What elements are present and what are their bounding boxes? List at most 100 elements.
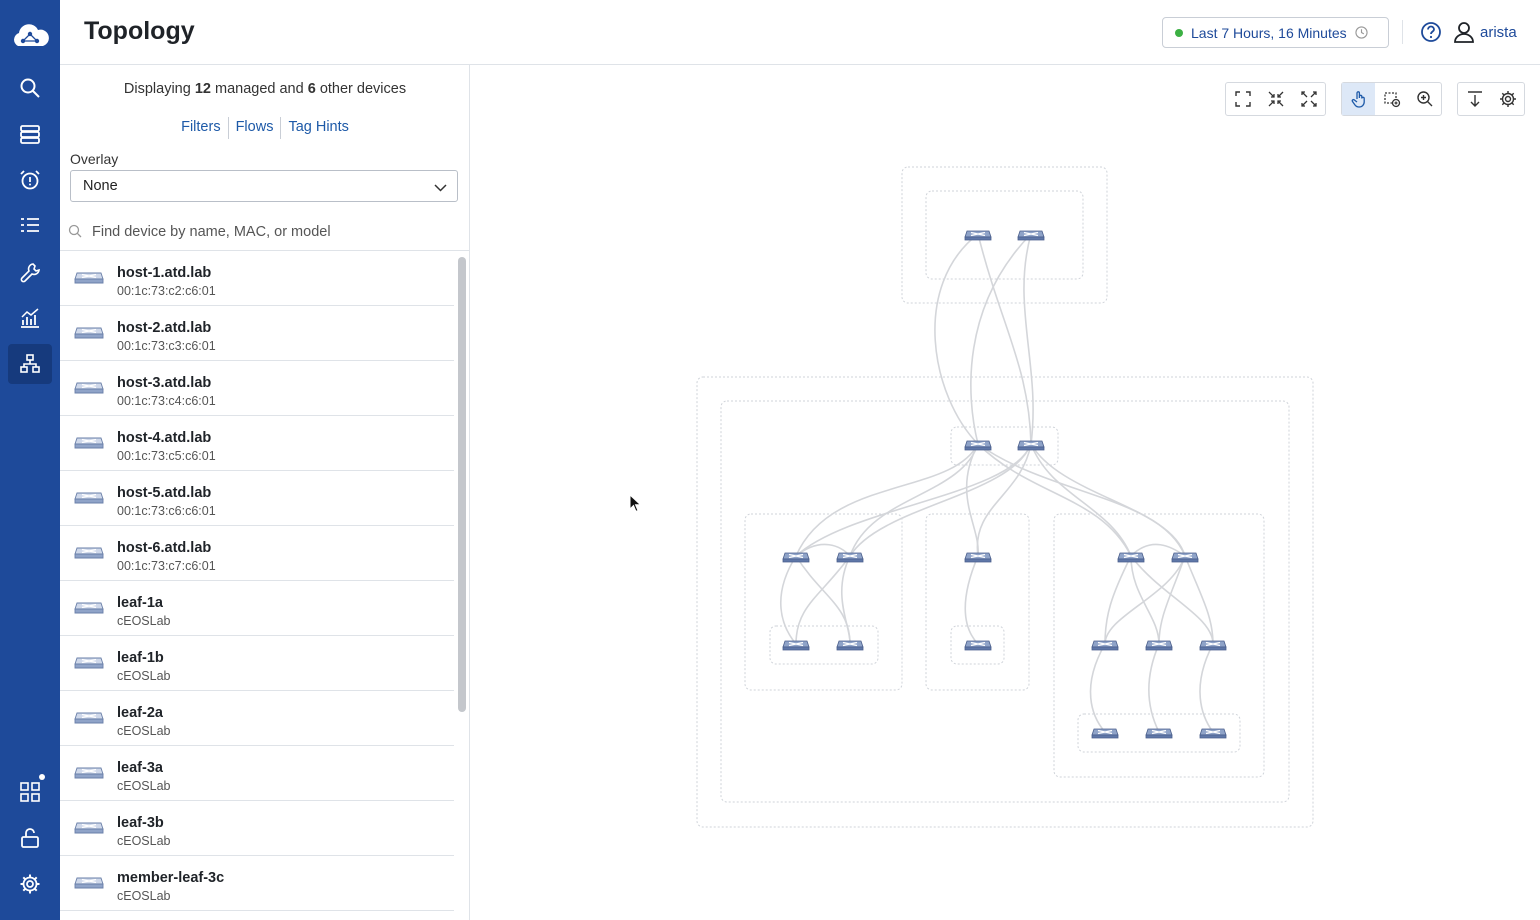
search-icon[interactable] [8, 68, 52, 108]
logo-icon[interactable] [8, 16, 52, 56]
device-row[interactable]: leaf-1a cEOSLab [60, 581, 454, 636]
device-name: leaf-1a [117, 595, 163, 611]
device-row[interactable]: host-5.atd.lab 00:1c:73:c6:c6:01 [60, 471, 454, 526]
zoom-icon[interactable] [1408, 83, 1441, 115]
device-detail: 00:1c:73:c3:c6:01 [117, 339, 216, 353]
spine-node[interactable] [964, 230, 992, 241]
device-detail: cEOSLab [117, 779, 171, 793]
leaf-node[interactable] [1145, 640, 1173, 651]
leaf-node[interactable] [964, 552, 992, 563]
leaf-node[interactable] [1199, 640, 1227, 651]
device-row[interactable]: host-2.atd.lab 00:1c:73:c3:c6:01 [60, 306, 454, 361]
live-status-dot [1175, 28, 1183, 37]
dashboards-icon[interactable] [8, 298, 52, 338]
mode-toolbar [1341, 82, 1442, 116]
topology-canvas[interactable] [471, 66, 1540, 920]
flows-link[interactable]: Flows [229, 119, 281, 139]
device-row[interactable]: leaf-2a cEOSLab [60, 691, 454, 746]
switch-icon [74, 378, 104, 396]
help-icon[interactable] [1420, 21, 1442, 43]
switch-icon [74, 433, 104, 451]
other-count: 6 [307, 81, 316, 97]
select-mode-icon[interactable] [1375, 83, 1408, 115]
topology-links [779, 233, 1214, 733]
unlock-icon[interactable] [8, 818, 52, 858]
collapse-all-icon[interactable] [1259, 83, 1292, 115]
device-name: leaf-2a [117, 705, 163, 721]
scrollbar-thumb[interactable] [458, 257, 466, 712]
layout-toolbar [1225, 82, 1326, 116]
device-row[interactable]: host-4.atd.lab 00:1c:73:c5:c6:01 [60, 416, 454, 471]
workspace-icon[interactable] [8, 206, 52, 246]
spine-node[interactable] [1017, 230, 1045, 241]
settings-icon[interactable] [1491, 83, 1524, 115]
filters-link[interactable]: Filters [174, 119, 227, 139]
device-row[interactable]: host-6.atd.lab 00:1c:73:c7:c6:01 [60, 526, 454, 581]
device-detail: 00:1c:73:c2:c6:01 [117, 284, 216, 298]
fit-screen-icon[interactable] [1226, 83, 1259, 115]
device-name: host-4.atd.lab [117, 430, 212, 446]
host-node[interactable] [782, 640, 810, 651]
device-search-input[interactable] [92, 221, 452, 243]
apps-icon[interactable] [8, 772, 52, 812]
chevron-down-icon [434, 184, 447, 192]
switch-icon [74, 488, 104, 506]
device-row[interactable]: leaf-1b cEOSLab [60, 636, 454, 691]
device-list-scrollbar[interactable] [456, 251, 468, 920]
leaf-node[interactable] [1117, 552, 1145, 563]
events-icon[interactable] [8, 160, 52, 200]
device-summary: Displaying 12 managed and 6 other device… [123, 81, 407, 97]
settings-icon[interactable] [8, 864, 52, 904]
host-node[interactable] [1145, 728, 1173, 739]
switch-node[interactable] [1017, 440, 1045, 451]
device-row[interactable]: leaf-3a cEOSLab [60, 746, 454, 801]
device-name: host-5.atd.lab [117, 485, 212, 501]
topology-icon[interactable] [8, 344, 52, 384]
device-row[interactable]: leaf-3b cEOSLab [60, 801, 454, 856]
host-node[interactable] [1199, 728, 1227, 739]
device-name: leaf-3a [117, 760, 163, 776]
device-row[interactable]: host-1.atd.lab 00:1c:73:c2:c6:01 [60, 251, 454, 306]
topology-graph [696, 166, 1314, 828]
device-row[interactable]: host-3.atd.lab 00:1c:73:c4:c6:01 [60, 361, 454, 416]
switch-icon [74, 268, 104, 286]
overlay-select[interactable]: None [70, 170, 458, 202]
device-name: host-1.atd.lab [117, 265, 212, 281]
user-menu[interactable]: arista [1480, 24, 1517, 41]
switch-icon [74, 818, 104, 836]
export-icon[interactable] [1458, 83, 1491, 115]
switch-node[interactable] [964, 440, 992, 451]
device-list: host-1.atd.lab 00:1c:73:c2:c6:01 host-2.at… [60, 251, 454, 920]
leaf-node[interactable] [836, 552, 864, 563]
topology-nodes [782, 230, 1227, 739]
overlay-label: Overlay [70, 151, 119, 167]
time-range-selector[interactable]: Last 7 Hours, 16 Minutes [1162, 17, 1389, 48]
expand-all-icon[interactable] [1292, 83, 1325, 115]
device-panel: Displaying 12 managed and 6 other device… [60, 65, 470, 920]
leaf-node[interactable] [782, 552, 810, 563]
host-node[interactable] [1091, 728, 1119, 739]
header-divider [1402, 20, 1403, 44]
device-detail: cEOSLab [117, 834, 171, 848]
notification-dot [39, 774, 45, 780]
leaf-node[interactable] [1091, 640, 1119, 651]
leaf-node[interactable] [1171, 552, 1199, 563]
time-range-label: Last 7 Hours, 16 Minutes [1191, 24, 1347, 41]
device-name: member-leaf-3c [117, 870, 225, 886]
pan-mode-icon[interactable] [1342, 83, 1375, 115]
device-search [60, 215, 469, 251]
user-icon[interactable] [1452, 20, 1476, 44]
tag-hints-link[interactable]: Tag Hints [281, 119, 355, 139]
mouse-cursor-icon [629, 494, 642, 513]
devices-icon[interactable] [8, 114, 52, 154]
device-detail: cEOSLab [117, 614, 171, 628]
device-name: host-6.atd.lab [117, 540, 212, 556]
switch-icon [74, 653, 104, 671]
device-detail: 00:1c:73:c7:c6:01 [117, 559, 216, 573]
device-row[interactable]: member-leaf-3c cEOSLab [60, 856, 454, 911]
page-title: Topology [84, 17, 195, 45]
provisioning-icon[interactable] [8, 252, 52, 292]
switch-icon [74, 873, 104, 891]
host-node[interactable] [964, 640, 992, 651]
host-node[interactable] [836, 640, 864, 651]
